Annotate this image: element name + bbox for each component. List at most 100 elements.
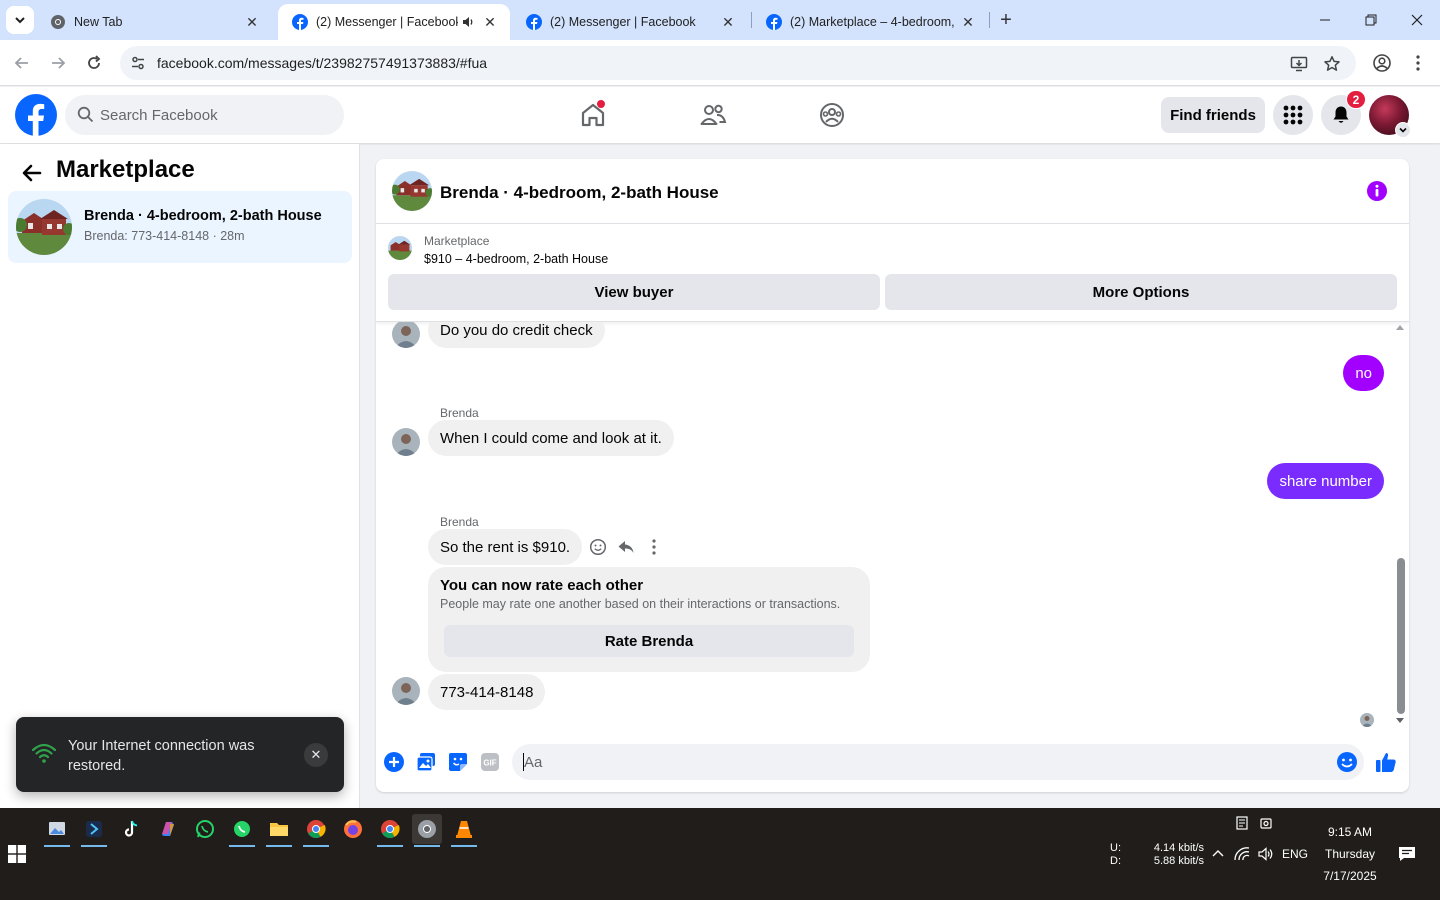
taskbar-chrome-3-active[interactable] [412, 814, 442, 847]
windows-start-icon[interactable] [8, 845, 26, 863]
account-menu-chevron[interactable] [1395, 122, 1411, 138]
sticker-button[interactable] [447, 751, 469, 773]
emoji-icon[interactable] [1336, 751, 1358, 773]
sender-avatar[interactable] [392, 428, 420, 456]
tray-meet-icon[interactable] [1257, 814, 1275, 832]
forward-button[interactable] [45, 50, 71, 76]
taskbar-vlc[interactable] [449, 814, 479, 847]
browser-toolbar: facebook.com/messages/t/2398275749137388… [0, 40, 1440, 86]
menu-button[interactable] [1273, 95, 1313, 135]
bell-icon [1333, 106, 1349, 123]
profile-button[interactable] [1369, 50, 1395, 76]
chevron-down-icon [15, 17, 25, 24]
more-actions-button[interactable] [643, 536, 665, 558]
tab-close-button[interactable]: ✕ [242, 12, 262, 32]
search-box[interactable] [65, 95, 344, 135]
nav-home[interactable] [577, 99, 609, 131]
attach-photo-button[interactable] [415, 751, 437, 773]
message-incoming[interactable]: 773-414-8148 [428, 674, 546, 710]
language-indicator[interactable]: ENG [1281, 845, 1309, 863]
address-bar[interactable]: facebook.com/messages/t/2398275749137388… [120, 46, 1356, 80]
message-outgoing[interactable]: no [1343, 355, 1384, 391]
conversation-item[interactable]: Brenda · 4-bedroom, 2-bath House Brenda:… [8, 191, 352, 263]
like-send-button[interactable] [1375, 751, 1397, 773]
volume-tray-button[interactable] [1257, 845, 1275, 863]
scrollbar-thumb[interactable] [1397, 558, 1405, 714]
tab-messenger[interactable]: (2) Messenger | Facebook ✕ [512, 4, 748, 40]
message-incoming[interactable]: Do you do credit check [428, 322, 605, 348]
facebook-logo-icon[interactable] [15, 94, 57, 136]
site-info-icon[interactable] [128, 53, 148, 73]
clock-time[interactable]: 9:15 AM [1318, 825, 1382, 839]
view-buyer-button[interactable]: View buyer [388, 274, 880, 310]
taskbar-whatsapp-2[interactable] [227, 814, 257, 847]
tab-search-button[interactable] [6, 6, 34, 34]
message-input[interactable] [524, 744, 1324, 780]
taskbar-firefox[interactable] [338, 814, 368, 844]
running-indicator [266, 845, 292, 847]
more-actions-plus-button[interactable] [383, 751, 405, 773]
rate-brenda-button[interactable]: Rate Brenda [444, 625, 854, 657]
message-outgoing[interactable]: share number [1267, 463, 1384, 499]
back-button[interactable] [9, 50, 35, 76]
message-incoming[interactable]: So the rent is $910. [428, 529, 583, 565]
browser-menu-button[interactable] [1405, 50, 1431, 76]
taskbar-tiktok[interactable] [116, 814, 146, 844]
network-tray-button[interactable] [1233, 845, 1251, 863]
sender-avatar[interactable] [392, 677, 420, 705]
nav-friends[interactable] [697, 99, 729, 131]
taskbar-app-2[interactable] [79, 814, 109, 847]
taskbar-file-explorer[interactable] [264, 814, 294, 847]
scroll-down-icon[interactable] [1396, 718, 1404, 724]
message-incoming[interactable]: When I could come and look at it. [428, 420, 674, 456]
chat-avatar[interactable] [392, 171, 432, 211]
taskbar-photos-app[interactable] [42, 814, 72, 847]
reload-button[interactable] [81, 50, 107, 76]
reply-button[interactable] [615, 536, 637, 558]
clock-date[interactable]: 7/17/2025 [1318, 869, 1382, 883]
info-icon[interactable] [1366, 180, 1388, 202]
speaker-icon[interactable] [458, 12, 478, 32]
search-input[interactable] [100, 95, 330, 135]
show-hidden-icons-button[interactable] [1209, 845, 1227, 863]
new-tab-button[interactable]: + [994, 8, 1018, 32]
toast-close-button[interactable]: ✕ [304, 743, 328, 767]
nav-groups[interactable] [816, 99, 848, 131]
bookmark-star-icon[interactable] [1321, 53, 1343, 75]
taskbar-chrome[interactable] [301, 814, 331, 847]
find-friends-button[interactable]: Find friends [1161, 97, 1265, 133]
tab-marketplace[interactable]: (2) Marketplace – 4-bedroom, 2 ✕ [752, 4, 988, 40]
message-input-box[interactable] [512, 744, 1364, 780]
tab-messenger-active[interactable]: (2) Messenger | Facebook ✕ [278, 4, 510, 40]
tray-app-icon[interactable] [1233, 814, 1251, 832]
chat-header: Brenda · 4-bedroom, 2-bath House [376, 159, 1409, 224]
chrome-icon [381, 820, 400, 839]
reload-icon [88, 55, 101, 69]
gif-button[interactable]: GIF [479, 751, 501, 773]
more-options-button[interactable]: More Options [885, 274, 1397, 310]
tab-close-button[interactable]: ✕ [480, 12, 500, 32]
tab-close-button[interactable]: ✕ [718, 12, 738, 32]
taskbar-whatsapp[interactable] [190, 814, 220, 844]
arrow-right-icon [52, 57, 66, 69]
tab-close-button[interactable]: ✕ [958, 12, 978, 32]
scroll-up-icon[interactable] [1396, 324, 1404, 330]
listing-title[interactable]: $910 – 4-bedroom, 2-bath House [424, 252, 608, 266]
close-window-button[interactable] [1394, 0, 1440, 40]
taskbar-chrome-2[interactable] [375, 814, 405, 847]
rating-card: You can now rate each other People may r… [428, 567, 870, 672]
clock-day[interactable]: Thursday [1318, 847, 1382, 861]
minimize-button[interactable] [1302, 0, 1348, 40]
maximize-button[interactable] [1348, 0, 1394, 40]
message-scrollbar[interactable] [1393, 322, 1407, 732]
tab-new-tab[interactable]: New Tab ✕ [36, 4, 272, 40]
chat-title[interactable]: Brenda · 4-bedroom, 2-bath House [440, 183, 719, 203]
install-app-icon[interactable] [1288, 53, 1310, 75]
action-center-button[interactable] [1398, 845, 1416, 863]
back-button[interactable] [20, 161, 44, 185]
react-button[interactable] [587, 536, 609, 558]
url-text[interactable]: facebook.com/messages/t/2398275749137388… [157, 55, 487, 71]
sender-avatar[interactable] [392, 322, 420, 348]
taskbar-copilot[interactable] [153, 814, 183, 844]
firefox-icon [344, 820, 362, 838]
